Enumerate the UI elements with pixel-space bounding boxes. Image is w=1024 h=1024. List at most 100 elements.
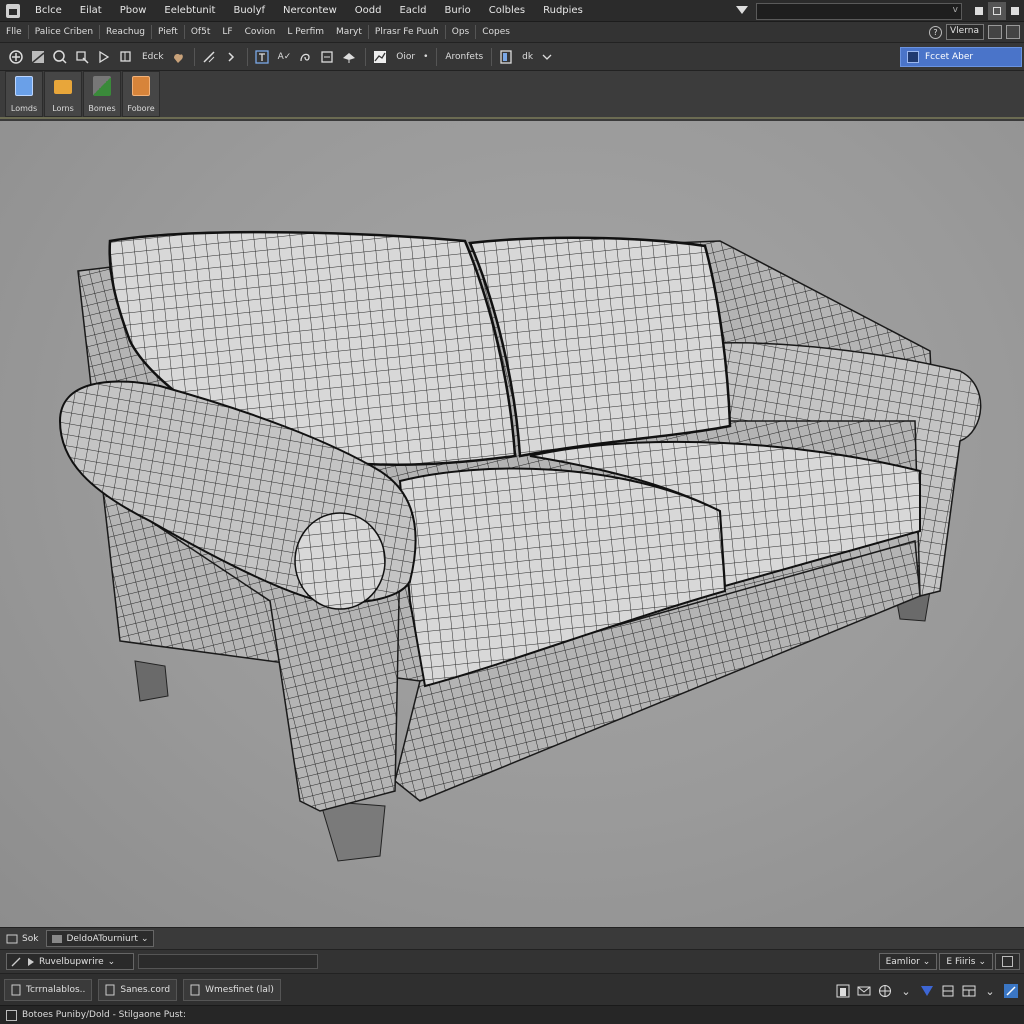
toolbar-item[interactable]: Copes: [476, 27, 516, 37]
sok-label: Sok: [22, 933, 39, 944]
tab-wireframe[interactable]: Wmesfinet (lal): [183, 978, 281, 1001]
sok-section[interactable]: Sok: [6, 934, 38, 944]
shelf-item-lorns[interactable]: Lorns: [44, 71, 82, 117]
measure-icon[interactable]: [317, 47, 337, 67]
edit-label[interactable]: Edck: [142, 52, 164, 62]
range-dropdown[interactable]: Ruvelbupwrire ⌄: [6, 953, 134, 970]
toolbar-item[interactable]: LF: [216, 27, 238, 37]
toolbar-item[interactable]: Maryt: [330, 27, 368, 37]
rotate-tool-icon[interactable]: [116, 47, 136, 67]
minimize-button[interactable]: [970, 2, 988, 20]
toolbar-item[interactable]: Palice Criben: [29, 27, 99, 37]
toolbar-item[interactable]: Ops: [446, 27, 476, 37]
chevron-down-icon: ⌄: [107, 956, 116, 967]
knife-tool-icon[interactable]: [199, 47, 219, 67]
ok-label[interactable]: Oior: [396, 52, 415, 62]
av-label[interactable]: A✓: [278, 52, 292, 62]
graph-icon[interactable]: [370, 47, 390, 67]
mail-icon[interactable]: [855, 982, 873, 1000]
shelf-item-lomds[interactable]: Lomds: [5, 71, 43, 117]
select-tool-icon[interactable]: [28, 47, 48, 67]
menu-item[interactable]: Eilat: [71, 5, 111, 16]
chevron-down-icon: ⌄: [978, 956, 986, 967]
menu-item[interactable]: Oodd: [346, 5, 391, 16]
menu-item[interactable]: Burio: [436, 5, 480, 16]
flag-icon[interactable]: [939, 982, 957, 1000]
settings-icon[interactable]: [1002, 982, 1020, 1000]
menu-item[interactable]: Buolyf: [224, 5, 274, 16]
tab-terminal[interactable]: Tcrrnalablos..: [4, 978, 93, 1001]
menu-item[interactable]: Colbles: [480, 5, 534, 16]
dot-label: •: [423, 51, 429, 62]
frame-icon[interactable]: [834, 982, 852, 1000]
dk-label[interactable]: dk: [522, 52, 533, 62]
layer-icon[interactable]: [496, 47, 516, 67]
chevron-down-icon[interactable]: ⌄: [897, 982, 915, 1000]
search-input[interactable]: v: [756, 2, 962, 20]
lock-icon[interactable]: [995, 953, 1020, 970]
panel-toggle-icon[interactable]: [988, 25, 1002, 39]
chevron-down-icon[interactable]: ⌄: [981, 982, 999, 1000]
menu-item[interactable]: Eacld: [390, 5, 435, 16]
arontets-label[interactable]: Aronfets: [445, 52, 483, 62]
workspace-icon[interactable]: [736, 6, 748, 16]
animation-dropdown[interactable]: DeldoATourniurt ⌄: [46, 930, 154, 947]
shelf-item-bomes[interactable]: Bomes: [83, 71, 121, 117]
film-icon: [52, 934, 63, 943]
add-circle-icon[interactable]: [6, 47, 26, 67]
sofa-leg: [319, 800, 386, 862]
grid-icon[interactable]: [960, 982, 978, 1000]
tab-scene[interactable]: Sanes.cord: [98, 978, 178, 1001]
paint-tool-icon[interactable]: [72, 47, 92, 67]
menu-item[interactable]: Pbow: [111, 5, 156, 16]
maximize-button[interactable]: [988, 2, 1006, 20]
sofa-wireframe-render: [58, 230, 982, 862]
camera-dropdown[interactable]: Eamlior ⌄: [878, 953, 938, 970]
globe-icon[interactable]: [876, 982, 894, 1000]
render-icon[interactable]: [339, 47, 359, 67]
filter-icon[interactable]: [918, 982, 936, 1000]
help-icon[interactable]: ?: [929, 25, 942, 39]
chevron-right-icon[interactable]: [221, 47, 241, 67]
toolbar-item[interactable]: Of5t: [185, 27, 217, 37]
maximize-icon: [993, 7, 1001, 15]
text-tool-icon[interactable]: [252, 47, 272, 67]
toolbar-item[interactable]: Covion: [239, 27, 282, 37]
display-dropdown-value: Fiiris: [955, 956, 976, 967]
hand-icon[interactable]: [168, 47, 188, 67]
animation-dropdown-value: DeldoATourniurt: [66, 933, 138, 944]
menu-item[interactable]: Eelebtunit: [155, 5, 224, 16]
panel-tab[interactable]: Fccet Aber: [900, 47, 1022, 67]
toolbar-item[interactable]: L Perfim: [281, 27, 330, 37]
divider: [491, 47, 493, 66]
menu-bar: Bclce Eilat Pbow Eelebtunit Buolyf Nerco…: [0, 0, 1024, 22]
chevron-down-icon[interactable]: [537, 47, 557, 67]
shelf-item-label: Lomds: [10, 104, 38, 113]
divider: [193, 47, 195, 66]
3d-viewport[interactable]: [0, 121, 1024, 927]
menu-item[interactable]: Bclce: [26, 5, 71, 16]
tab-label: Wmesfinet (lal): [205, 984, 274, 995]
toolbar-item[interactable]: Reachug: [100, 27, 151, 37]
file-menu[interactable]: Flle: [0, 27, 28, 37]
toolbar-item[interactable]: Plrasr Fe Puuh: [369, 27, 445, 37]
camera-dropdown-value: Eamlior: [885, 956, 920, 967]
panel-tab-label: Fccet Aber: [925, 52, 974, 62]
move-tool-icon[interactable]: [94, 47, 114, 67]
menu-item[interactable]: Rudpies: [534, 5, 592, 16]
range-field[interactable]: [138, 954, 318, 969]
document-icon: [190, 984, 200, 995]
search-dropdown-icon[interactable]: v: [953, 5, 958, 15]
snap-icon[interactable]: [295, 47, 315, 67]
menu-item[interactable]: Nercontew: [274, 5, 346, 16]
range-dropdown-value: Ruvelbupwrire: [39, 956, 104, 967]
shelf-item-fobore[interactable]: Fobore: [122, 71, 160, 117]
view-select[interactable]: Vlerna: [946, 24, 984, 40]
layout-icon[interactable]: [1006, 25, 1020, 39]
close-button[interactable]: [1006, 2, 1024, 20]
toolbar-item[interactable]: Pieft: [152, 27, 184, 37]
chevron-down-icon: ⌄: [922, 956, 931, 967]
display-dropdown[interactable]: E Fiiris ⌄: [939, 953, 993, 970]
lasso-tool-icon[interactable]: [50, 47, 70, 67]
close-icon: [1011, 7, 1019, 15]
